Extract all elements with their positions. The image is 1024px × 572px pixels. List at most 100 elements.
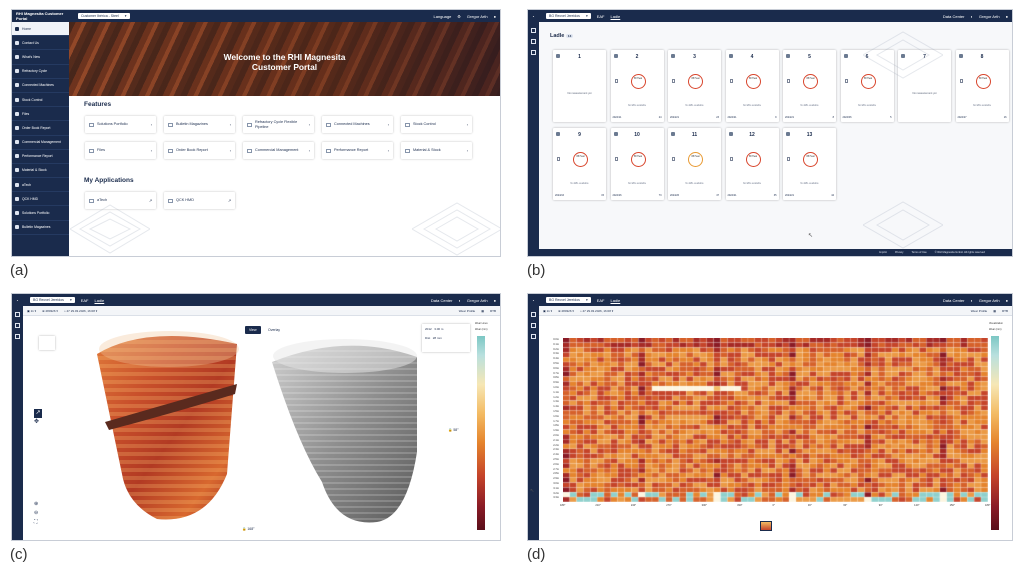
caption-c: (c) [10, 546, 28, 563]
ladle-icon[interactable] [15, 312, 20, 317]
fit-view-icon[interactable]: ⛶ [34, 518, 38, 527]
footer-privacy[interactable]: Privacy [895, 251, 904, 254]
ladle-tile[interactable]: 5 88 Heat No EBL available 2024/21 8 [783, 50, 836, 122]
ladle-tile[interactable]: 8 88 Heat No EBL available 2024/27 16 [955, 50, 1009, 122]
customer-select[interactable]: Customer Ibérica - Steel ▾ [78, 13, 130, 19]
sidebar-item[interactable]: Material & Stock [12, 164, 69, 179]
user-name[interactable]: Gregor Arth [467, 14, 488, 19]
ladle-icon[interactable] [531, 312, 536, 317]
heat-count: 35 [773, 194, 777, 197]
theme-icon[interactable]: ◐ [458, 298, 460, 303]
layers-icon[interactable] [531, 39, 536, 44]
data-center-link[interactable]: Data Center [943, 14, 965, 19]
feature-card[interactable]: Solutions Portfolio › [85, 116, 156, 133]
data-center-link[interactable]: Data Center [431, 298, 453, 303]
sidebar-item[interactable]: Order Book Report [12, 121, 69, 136]
data-center-link[interactable]: Data Center [943, 298, 965, 303]
nav-ladle[interactable]: Ladle [610, 298, 620, 303]
plant-select[interactable]: BG Recvel Jereidos ▾ [546, 297, 591, 303]
feature-card[interactable]: Material & Stock › [401, 142, 472, 159]
nav-ladle[interactable]: Ladle [610, 14, 620, 19]
feature-card[interactable]: Connected Machines › [322, 116, 393, 133]
move-tool-icon[interactable]: ✥ [34, 418, 42, 427]
footer-terms[interactable]: Terms of Use [911, 251, 926, 254]
feature-card[interactable]: Files › [85, 142, 156, 159]
user-icon: ● [1005, 13, 1008, 19]
document-icon[interactable] [531, 334, 536, 339]
ladle-tile[interactable]: 13 88 Heat No EBL available 2024/21 44 [783, 128, 836, 200]
heat-select[interactable]: ⌂ 47 29.03.2026, 16:08 ▾ [64, 309, 97, 313]
document-icon[interactable] [15, 334, 20, 339]
sidebar-item[interactable]: Stock Control [12, 93, 69, 108]
feature-card[interactable]: Commercial Management › [243, 142, 314, 159]
ladle-icon[interactable] [531, 28, 536, 33]
sidebar-item[interactable]: What's New [12, 50, 69, 65]
footer-imprint[interactable]: Imprint [879, 251, 887, 254]
sidebar-item[interactable]: Connected Machines [12, 79, 69, 93]
feature-card[interactable]: Refractory Cycle Flexible Pipeline › [243, 116, 314, 133]
sidebar-item[interactable]: Home [12, 22, 69, 37]
y-tick-label: 1.5m [553, 410, 559, 413]
feature-card[interactable]: Bulletin Magazines › [164, 116, 235, 133]
layers-icon[interactable] [531, 323, 536, 328]
ladle-tile[interactable]: 10 88 Heat No EBL available 2024/26 73 [610, 128, 664, 200]
theme-icon[interactable]: ◐ [970, 298, 972, 303]
grid-view-icon[interactable]: ▦ [481, 309, 484, 313]
plant-select[interactable]: BG Recvel Jereidos ▾ [30, 297, 75, 303]
document-icon[interactable] [531, 50, 536, 55]
plant-select[interactable]: BG Recvel Jereidos ▾ [546, 13, 591, 19]
sidebar-item[interactable]: Files [12, 107, 69, 122]
heatmap-legend-thumbnail[interactable] [760, 521, 772, 531]
user-name[interactable]: Gregor Arth [467, 298, 488, 303]
campaign-select[interactable]: ⊕ 280326 ▾ [558, 309, 574, 313]
ladle-tile[interactable]: 12 88 Heat No EBL available 2024/21 35 [725, 128, 779, 200]
pointer-tool-icon[interactable]: ↗ [34, 409, 42, 418]
layers-icon[interactable] [15, 323, 20, 328]
theme-icon[interactable]: ◐ [970, 14, 972, 19]
application-card[interactable]: QCK HMD ↗ [164, 192, 235, 209]
language-label[interactable]: Language [434, 14, 452, 19]
ladle-tile[interactable]: 2 88 Heat No EBL available 2024/11 24 [610, 50, 664, 122]
plant-select-value: BG Recvel Jereidos [549, 298, 580, 302]
ladle-tile[interactable]: 3 88 Heat No EBL available 2024/21 23 [668, 50, 721, 122]
wear-heatmap[interactable] [563, 338, 988, 502]
ladle-3d-wear-model[interactable] [87, 324, 257, 534]
sidebar-item[interactable]: Commercial Management [12, 136, 69, 150]
user-name[interactable]: Gregor Arth [979, 14, 1000, 19]
ladle-tile[interactable]: 1 No measurement yet [553, 50, 606, 122]
sidebar-item[interactable]: QCK HMD [12, 192, 69, 207]
sidebar-item[interactable]: Bulletin Magazines [12, 221, 69, 235]
feature-card[interactable]: Order Book Report › [164, 142, 235, 159]
wear-profile-toggle[interactable]: Wear Profile [971, 309, 987, 313]
zoom-in-icon[interactable]: ⊕ [34, 500, 38, 509]
ladle-number-select[interactable]: ▣ 11 ▾ [27, 309, 36, 313]
feature-card[interactable]: Stock Control › [401, 116, 472, 133]
ladle-tile[interactable]: 11 88 Heat No EBL available 2024/26 47 [668, 128, 721, 200]
campaign-select[interactable]: ⊕ 280326 ▾ [42, 309, 58, 313]
feature-card[interactable]: Performance Report › [322, 142, 393, 159]
nav-eaf[interactable]: EAF [597, 298, 605, 303]
feature-label: Stock Control [413, 122, 436, 127]
rtb-button[interactable]: RTB [490, 309, 496, 313]
ladle-3d-scan-model[interactable] [267, 332, 447, 532]
sidebar-item[interactable]: Performance Report [12, 150, 69, 164]
ladle-number-select[interactable]: ▣ 11 ▾ [543, 309, 552, 313]
zoom-out-icon[interactable]: ⊖ [34, 509, 38, 518]
ladle-tile[interactable]: 9 88 Heat No EBL available 2024/16 15 [553, 128, 606, 200]
user-name[interactable]: Gregor Arth [979, 298, 1000, 303]
grid-view-icon[interactable]: ▦ [993, 309, 996, 313]
heat-select[interactable]: ⌂ 47 29.03.2026, 16:08 ▾ [580, 309, 613, 313]
wear-profile-toggle[interactable]: Wear Profile [459, 309, 475, 313]
nav-eaf[interactable]: EAF [597, 14, 605, 19]
sidebar-item[interactable]: Solutions Portfolio [12, 206, 69, 221]
nav-eaf[interactable]: EAF [81, 298, 89, 303]
sidebar-item[interactable]: Refractory Cycle [12, 65, 69, 79]
nav-ladle[interactable]: Ladle [94, 298, 104, 303]
ladle-tile[interactable]: 4 88 Heat No EBL available 2024/21 9 [725, 50, 779, 122]
sidebar-item[interactable]: aTech [12, 178, 69, 193]
top-bar: ◔ BG Recvel Jereidos ▾ EAF Ladle Data Cen… [12, 294, 500, 306]
rtb-button[interactable]: RTB [1002, 309, 1008, 313]
chevron-right-icon: › [466, 148, 468, 153]
sidebar-item[interactable]: Contact Us [12, 36, 69, 51]
readout-depth: 3.00 m [434, 327, 444, 331]
